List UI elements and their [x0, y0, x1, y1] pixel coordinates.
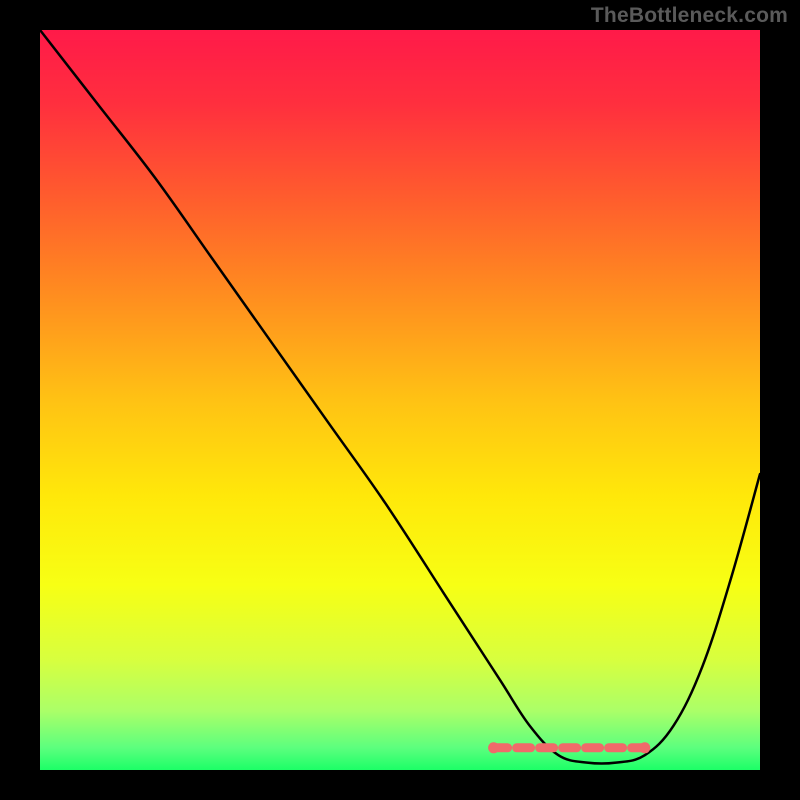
plot-area	[40, 30, 760, 770]
bottleneck-chart	[40, 30, 760, 770]
gradient-background	[40, 30, 760, 770]
watermark-text: TheBottleneck.com	[591, 4, 788, 28]
chart-container: TheBottleneck.com	[0, 0, 800, 800]
